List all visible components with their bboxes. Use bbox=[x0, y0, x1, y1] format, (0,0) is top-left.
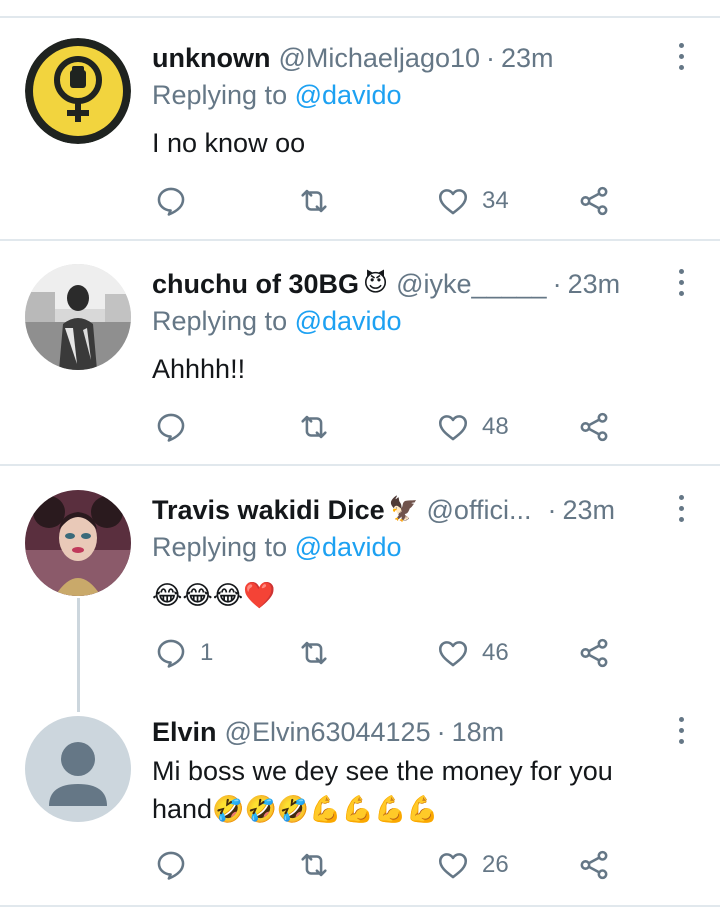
separator bbox=[0, 239, 720, 241]
tweet-actions: 1 46 bbox=[152, 633, 622, 673]
like-button[interactable]: 48 bbox=[436, 407, 509, 447]
profile-photo bbox=[25, 264, 131, 370]
reply-icon bbox=[157, 639, 185, 668]
retweet-icon bbox=[301, 641, 327, 665]
like-count: 34 bbox=[482, 187, 509, 214]
more-options-icon[interactable] bbox=[676, 266, 686, 296]
share-button[interactable] bbox=[577, 407, 611, 447]
share-button[interactable] bbox=[577, 633, 611, 673]
emoji-text: 🤣🤣🤣💪💪💪💪 bbox=[212, 794, 439, 824]
user-handle[interactable]: @offici... bbox=[427, 495, 532, 526]
separator bbox=[0, 464, 720, 466]
reply-icon bbox=[157, 187, 185, 216]
reply-icon bbox=[157, 851, 185, 880]
retweet-icon bbox=[301, 189, 327, 213]
tweet-header: Elvin @Elvin63044125 · 18m bbox=[152, 712, 504, 752]
like-count: 46 bbox=[482, 639, 509, 666]
heart-icon bbox=[438, 641, 468, 667]
retweet-icon bbox=[301, 853, 327, 877]
tweet-text: I no know oo bbox=[152, 128, 306, 158]
display-name[interactable]: chuchu of 30BG bbox=[152, 269, 359, 300]
separator-dot: · bbox=[547, 494, 557, 525]
eagle-emoji: 🦅 bbox=[388, 496, 419, 523]
tweet-text: 😂😂😂❤️ bbox=[152, 576, 276, 614]
like-button[interactable]: 34 bbox=[436, 181, 509, 221]
mention-link[interactable]: @davido bbox=[295, 532, 402, 562]
separator bbox=[0, 16, 720, 18]
replying-to: Replying to @davido bbox=[152, 532, 402, 562]
avatar[interactable] bbox=[25, 490, 131, 596]
mention-link[interactable]: @davido bbox=[295, 80, 402, 110]
reply-button[interactable] bbox=[154, 845, 188, 885]
thread-connector bbox=[77, 598, 80, 712]
separator-dot: · bbox=[436, 716, 446, 747]
tweet-header: chuchu of 30BG 😈 @iyke_____ · 23m bbox=[152, 264, 620, 304]
mention-link[interactable]: @davido bbox=[295, 306, 402, 336]
heart-icon bbox=[438, 853, 468, 879]
tweet-header: Travis wakidi Dice 🦅 @offici... · 23m bbox=[152, 490, 615, 530]
timestamp[interactable]: 23m bbox=[568, 269, 621, 300]
reply-button[interactable] bbox=[154, 407, 188, 447]
devil-emoji: 😈 bbox=[363, 270, 389, 297]
feminist-fist-icon bbox=[25, 38, 131, 144]
default-profile-icon bbox=[25, 716, 131, 822]
tweet-actions: 34 bbox=[152, 181, 622, 221]
share-icon bbox=[580, 186, 608, 216]
like-button[interactable]: 46 bbox=[436, 633, 509, 673]
tweet-actions: 48 bbox=[152, 407, 622, 447]
heart-icon bbox=[438, 415, 468, 441]
reply-icon bbox=[157, 413, 185, 442]
share-icon bbox=[580, 850, 608, 880]
tweet-text-line: Mi boss we dey see the money for you bbox=[152, 756, 613, 786]
avatar[interactable] bbox=[25, 716, 131, 822]
user-handle[interactable]: @Elvin63044125 bbox=[225, 717, 431, 748]
more-options-icon[interactable] bbox=[676, 714, 686, 744]
timestamp[interactable]: 23m bbox=[501, 43, 554, 74]
tweet-actions: 26 bbox=[152, 845, 622, 885]
retweet-button[interactable] bbox=[297, 845, 331, 885]
tweet-header: unknown @Michaeljago10 · 23m bbox=[152, 38, 554, 78]
replying-to: Replying to @davido bbox=[152, 80, 402, 110]
like-count: 48 bbox=[482, 413, 509, 440]
reply-button[interactable] bbox=[154, 181, 188, 221]
retweet-button[interactable] bbox=[297, 407, 331, 447]
timestamp[interactable]: 23m bbox=[562, 495, 615, 526]
avatar[interactable] bbox=[25, 264, 131, 370]
avatar[interactable] bbox=[25, 38, 131, 144]
retweet-icon bbox=[301, 415, 327, 439]
share-button[interactable] bbox=[577, 845, 611, 885]
more-options-icon[interactable] bbox=[676, 40, 686, 70]
tweet-text-line: hand🤣🤣🤣💪💪💪💪 bbox=[152, 794, 439, 824]
tweet-text: Mi boss we dey see the money for you han… bbox=[152, 752, 613, 828]
share-button[interactable] bbox=[577, 181, 611, 221]
more-options-icon[interactable] bbox=[676, 492, 686, 522]
retweet-button[interactable] bbox=[297, 633, 331, 673]
separator-dot: · bbox=[486, 42, 496, 73]
share-icon bbox=[580, 412, 608, 442]
retweet-button[interactable] bbox=[297, 181, 331, 221]
like-button[interactable]: 26 bbox=[436, 845, 509, 885]
separator bbox=[0, 905, 720, 907]
like-count: 26 bbox=[482, 851, 509, 878]
user-handle[interactable]: @iyke_____ bbox=[396, 269, 547, 300]
heart-icon bbox=[438, 189, 468, 215]
profile-illustration bbox=[25, 490, 131, 596]
separator-dot: · bbox=[552, 268, 562, 299]
share-icon bbox=[580, 638, 608, 668]
display-name[interactable]: Elvin bbox=[152, 717, 217, 748]
reply-count: 1 bbox=[200, 639, 214, 666]
tweet-text: Ahhhh!! bbox=[152, 354, 246, 384]
display-name[interactable]: Travis wakidi Dice bbox=[152, 495, 385, 526]
user-handle[interactable]: @Michaeljago10 bbox=[278, 43, 480, 74]
display-name[interactable]: unknown bbox=[152, 43, 270, 74]
timestamp[interactable]: 18m bbox=[452, 717, 505, 748]
emoji-text: 😂😂😂❤️ bbox=[152, 580, 276, 610]
reply-button[interactable]: 1 bbox=[154, 633, 213, 673]
replying-to: Replying to @davido bbox=[152, 306, 402, 336]
